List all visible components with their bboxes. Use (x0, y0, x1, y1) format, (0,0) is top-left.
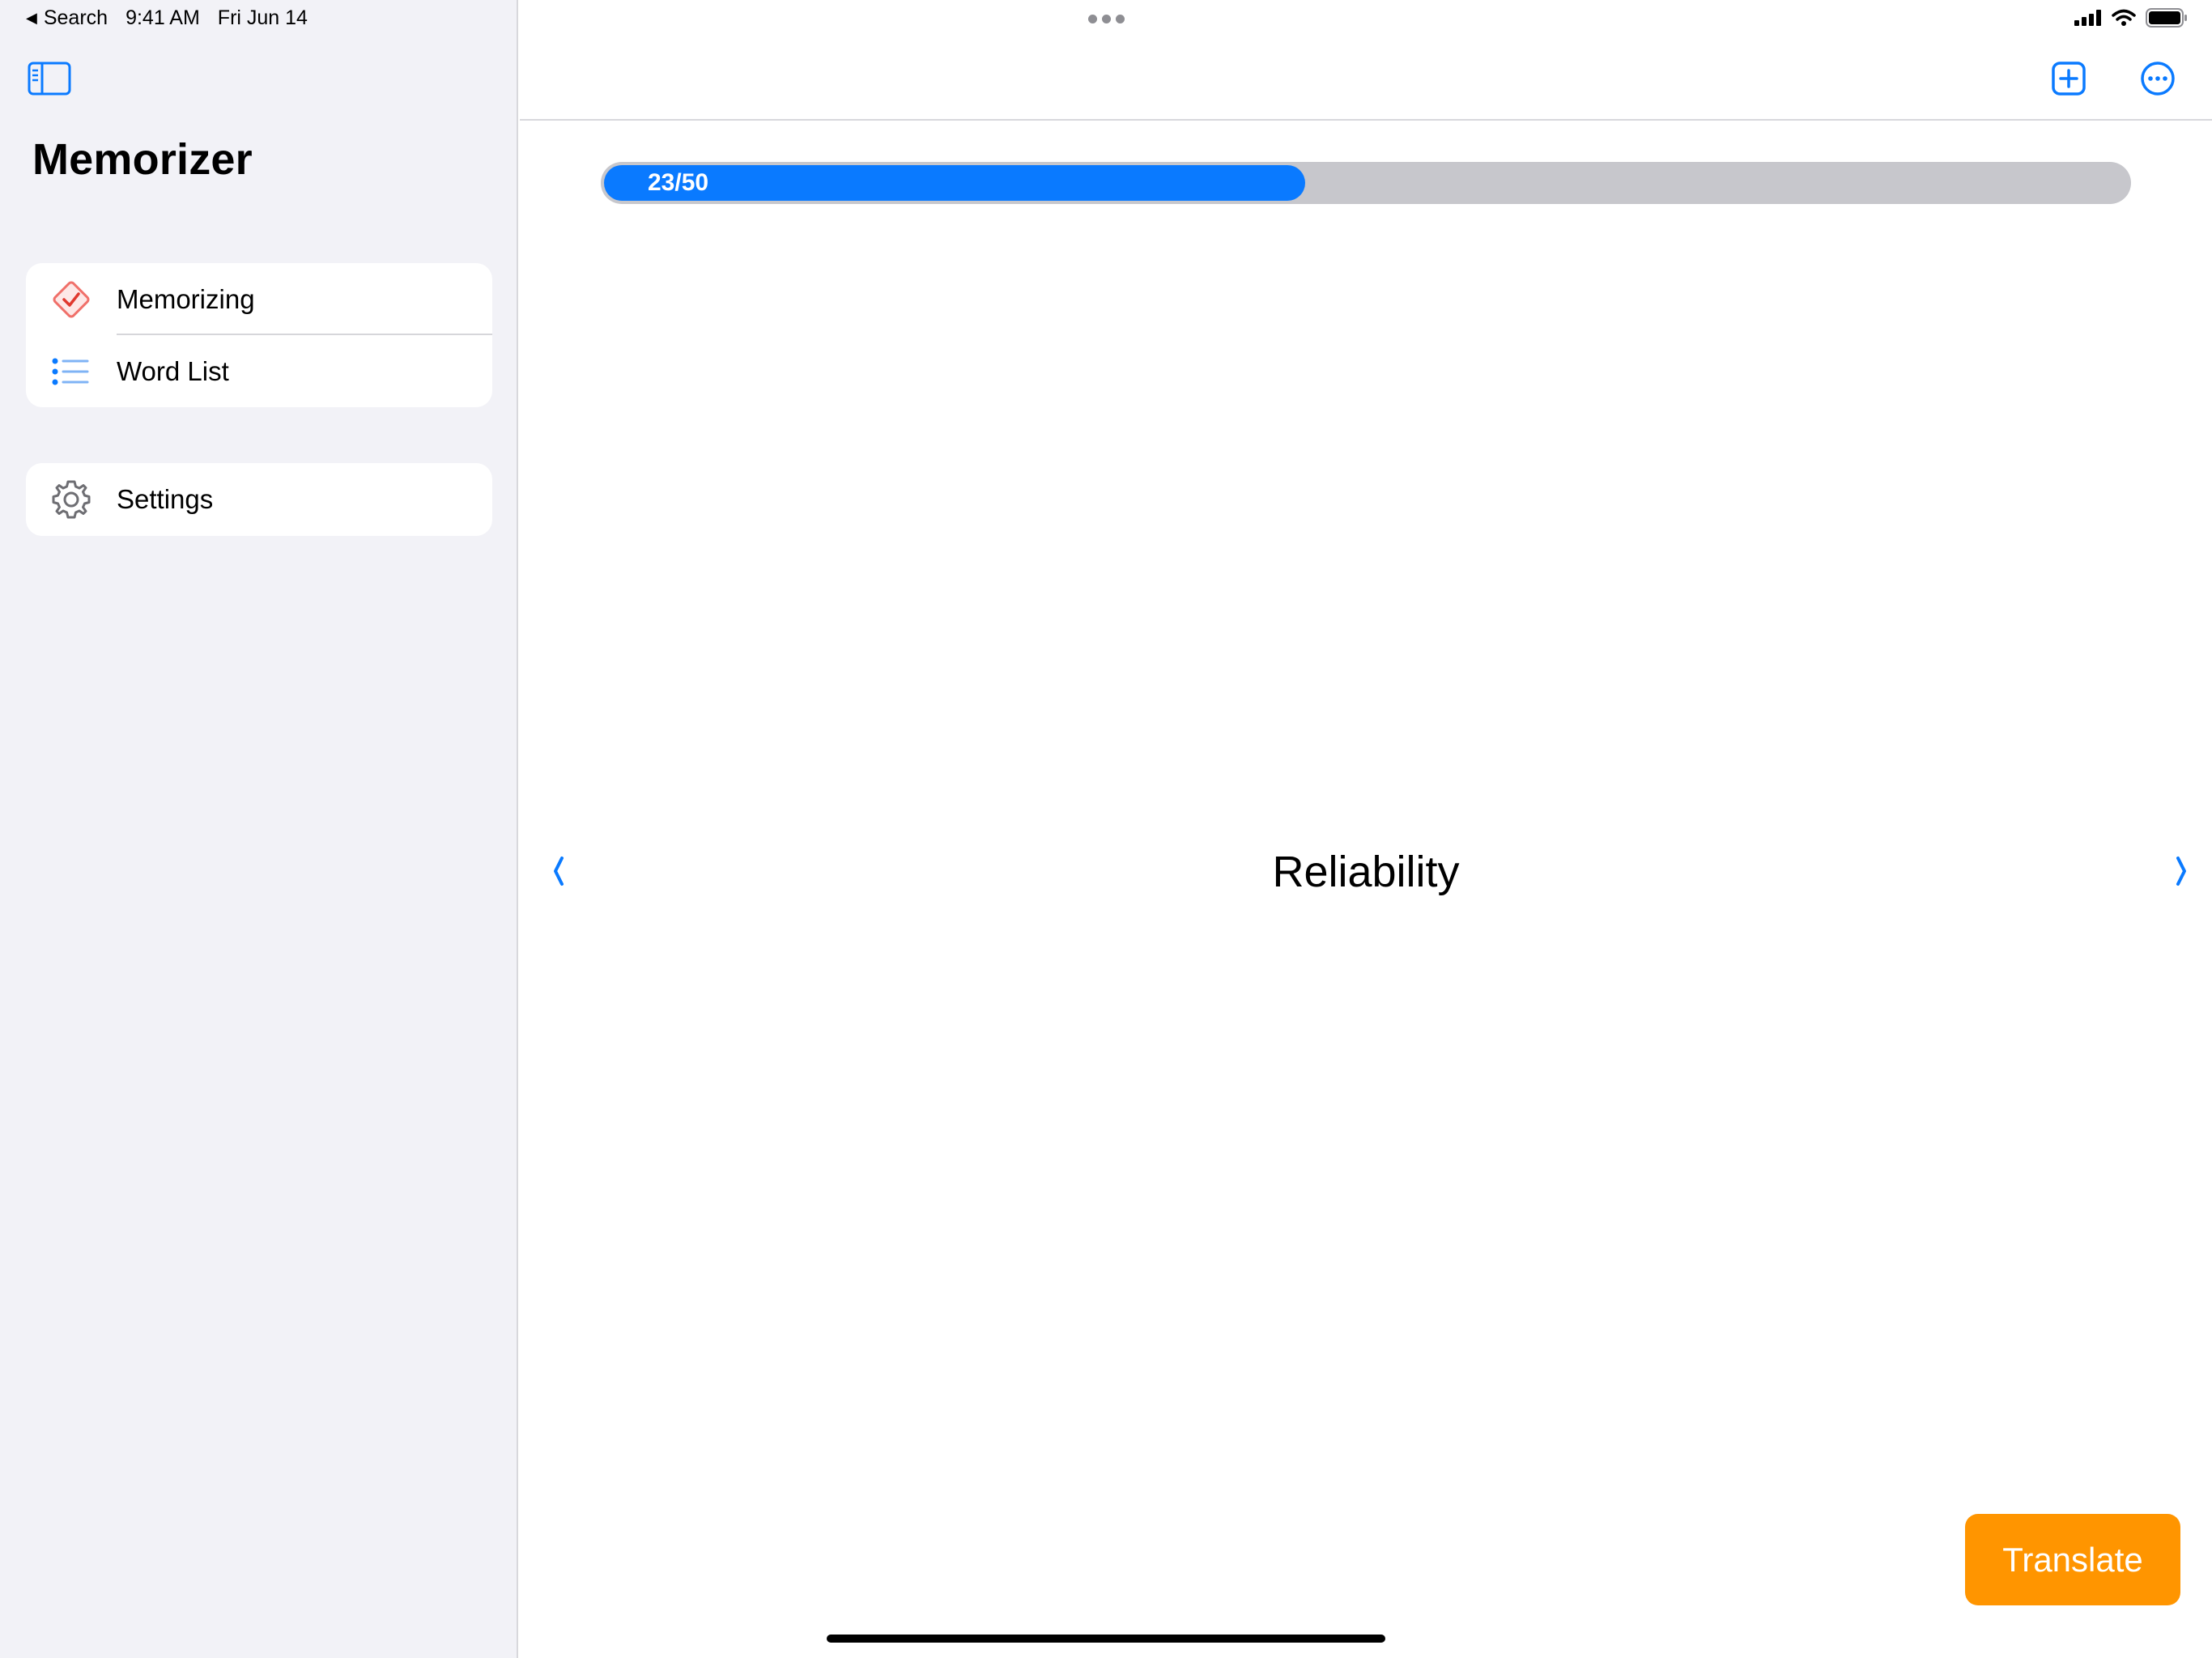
back-to-search-link[interactable]: Search (44, 6, 108, 30)
sidebar-item-label: Memorizing (117, 283, 255, 314)
toolbar-divider (520, 119, 2212, 121)
add-word-button[interactable] (2048, 60, 2089, 100)
sidebar-item-label: Word List (117, 355, 229, 386)
sidebar-title: Memorizer (32, 135, 253, 184)
more-options-button[interactable] (2138, 60, 2178, 100)
progress-bar: 23/50 (601, 162, 2131, 204)
gear-icon (49, 477, 94, 522)
sidebar: ◀ Search 9:41 AM Fri Jun 14 Memorizer Me… (0, 0, 518, 1658)
sidebar-item-word-list[interactable]: Word List (26, 335, 492, 407)
ellipsis-circle-icon (2140, 61, 2176, 100)
status-bar-right (2074, 8, 2188, 32)
next-word-button[interactable] (2165, 850, 2197, 895)
wifi-icon (2112, 9, 2136, 31)
sidebar-item-memorizing[interactable]: Memorizing (26, 263, 492, 335)
progress-label: 23/50 (648, 169, 709, 196)
status-date: Fri Jun 14 (217, 6, 308, 29)
progress-fill (604, 165, 1305, 201)
sidebar-item-label: Settings (117, 483, 214, 514)
list-bullet-icon (49, 349, 94, 394)
main-pane: 23/50 Reliability Translate (520, 0, 2212, 1658)
battery-icon (2146, 8, 2188, 32)
status-bar-left: ◀ Search 9:41 AM Fri Jun 14 (26, 6, 308, 30)
plus-square-icon (2051, 61, 2087, 100)
back-caret-icon[interactable]: ◀ (26, 10, 37, 27)
sidebar-toggle-icon[interactable] (28, 62, 71, 96)
checkmark-diamond-icon (49, 277, 94, 322)
status-time: 9:41 AM (125, 6, 200, 29)
multitasking-dots-icon[interactable] (1088, 15, 1125, 23)
cellular-signal-icon (2074, 10, 2102, 30)
sidebar-settings-group: Settings (26, 463, 492, 536)
translate-button[interactable]: Translate (1965, 1514, 2180, 1605)
sidebar-item-settings[interactable]: Settings (26, 463, 492, 535)
sidebar-nav-group: Memorizing Word List (26, 263, 492, 407)
chevron-right-icon (2173, 855, 2189, 891)
flashcard-word: Reliability (1272, 848, 1460, 896)
home-indicator[interactable] (827, 1635, 1385, 1643)
